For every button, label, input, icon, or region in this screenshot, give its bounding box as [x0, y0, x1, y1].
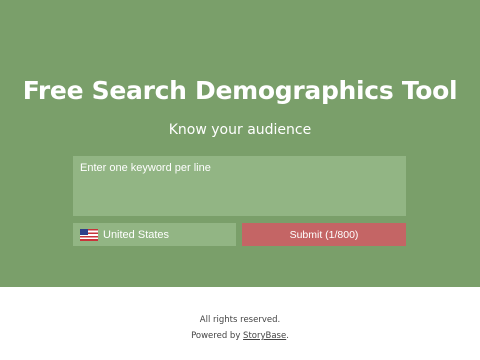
storybase-link[interactable]: StoryBase: [243, 331, 286, 341]
page-subtitle: Know your audience: [168, 122, 312, 138]
country-select[interactable]: United States: [73, 223, 236, 246]
submit-button[interactable]: Submit (1/800): [242, 223, 406, 246]
footer-period: .: [286, 331, 289, 341]
title-prefix: Free: [22, 76, 84, 105]
hero-section: Free Search Demographics Tool Know your …: [0, 0, 480, 287]
title-bold: Search Demographics: [91, 76, 394, 105]
keyword-input[interactable]: [73, 156, 406, 216]
footer: All rights reserved. Powered by StoryBas…: [0, 287, 480, 360]
page-title: Free Search Demographics Tool: [0, 76, 480, 105]
footer-rights: All rights reserved.: [199, 315, 281, 325]
us-flag-icon: [80, 228, 98, 241]
footer-powered-by: Powered by StoryBase.: [0, 331, 480, 341]
country-label: United States: [103, 228, 170, 241]
title-suffix: Tool: [401, 76, 458, 105]
powered-by-text: Powered by: [191, 331, 241, 341]
